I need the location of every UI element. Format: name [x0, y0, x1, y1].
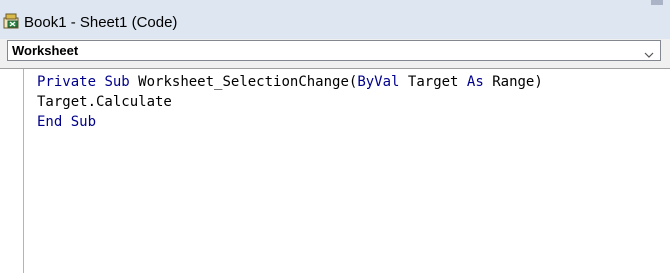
code-keyword: End — [37, 114, 63, 130]
code-line[interactable]: End Sub — [37, 112, 543, 132]
code-keyword: As — [466, 74, 484, 90]
code-text[interactable]: Private Sub Worksheet_SelectionChange(By… — [37, 72, 543, 132]
window-title: Book1 - Sheet1 (Code) — [24, 14, 178, 31]
code-editor[interactable]: Private Sub Worksheet_SelectionChange(By… — [0, 68, 670, 273]
window-titlebar[interactable]: Book1 - Sheet1 (Code) — [0, 0, 670, 39]
excel-module-icon — [3, 13, 21, 29]
chevron-down-icon[interactable] — [644, 46, 654, 58]
code-line[interactable]: Private Sub Worksheet_SelectionChange(By… — [37, 72, 543, 92]
code-keyword: Private — [37, 74, 97, 90]
code-token: Worksheet_SelectionChange( — [129, 74, 358, 90]
code-keyword: Sub — [104, 74, 130, 90]
code-token: Target.Calculate — [37, 94, 172, 110]
margin-indicator-bar[interactable] — [0, 69, 24, 273]
code-keyword: ByVal — [357, 74, 400, 90]
object-dropdown-value: Worksheet — [12, 43, 79, 58]
code-line[interactable]: Target.Calculate — [37, 92, 543, 112]
code-token: Target — [399, 74, 467, 90]
object-dropdown[interactable]: Worksheet — [7, 40, 661, 61]
code-token: Range) — [483, 74, 543, 90]
code-keyword: Sub — [70, 114, 97, 130]
titlebar-edge-handle — [651, 0, 663, 5]
